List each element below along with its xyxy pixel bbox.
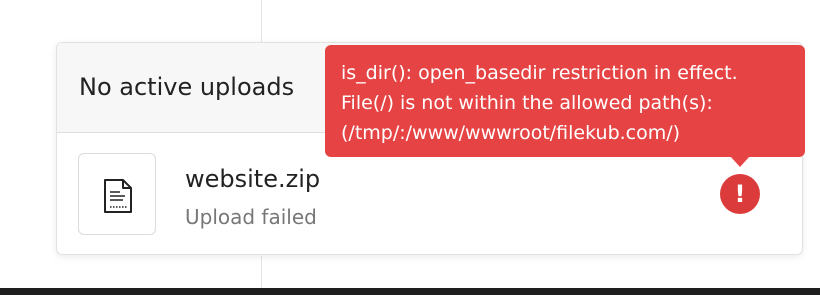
- tooltip-line: File(/) is not within the allowed path(s…: [341, 92, 713, 114]
- upload-status: Upload failed: [185, 205, 317, 229]
- tooltip-line: is_dir(): open_basedir restriction in ef…: [341, 62, 738, 84]
- background-divider-bottom: [261, 256, 262, 288]
- background-divider-top: [261, 0, 262, 44]
- tooltip-arrow: [730, 156, 750, 167]
- document-icon: [104, 179, 132, 213]
- file-thumbnail: [78, 153, 156, 235]
- tooltip-line: (/tmp/:/www/wwwroot/filekub.com/): [341, 122, 681, 144]
- error-tooltip: is_dir(): open_basedir restriction in ef…: [325, 45, 805, 157]
- upload-panel-title: No active uploads: [79, 73, 295, 101]
- file-name: website.zip: [185, 165, 321, 193]
- bottom-bar: [0, 288, 820, 295]
- exclamation-icon[interactable]: !: [720, 174, 760, 214]
